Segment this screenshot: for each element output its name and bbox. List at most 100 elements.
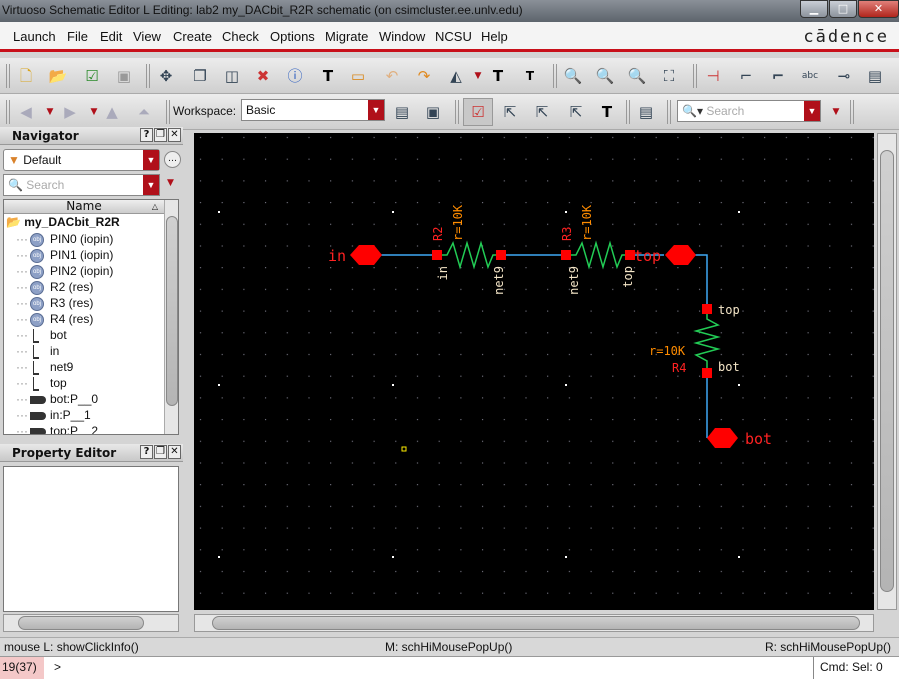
- float-icon[interactable]: ❐: [154, 445, 167, 459]
- search-dropdown-icon[interactable]: ▼: [826, 102, 846, 122]
- zoom-fit-icon[interactable]: 🔍: [627, 66, 647, 86]
- save-icon[interactable]: ▣: [114, 66, 134, 86]
- toolbar-grip[interactable]: [6, 100, 10, 124]
- menu-edit[interactable]: Edit: [100, 29, 122, 44]
- menu-view[interactable]: View: [133, 29, 161, 44]
- zoom-in-icon[interactable]: 🔍: [563, 66, 583, 86]
- tree-item[interactable]: ··· obj R2 (res): [16, 280, 93, 296]
- chevron-down-icon[interactable]: ▼: [143, 150, 159, 170]
- zoom-select-icon[interactable]: ⛶: [659, 66, 679, 86]
- tree-item[interactable]: ··· obj R4 (res): [16, 312, 93, 328]
- undo-icon[interactable]: ↶: [382, 66, 402, 86]
- chevron-down-icon[interactable]: ▼: [143, 175, 159, 195]
- delete-workspace-icon[interactable]: ▣: [423, 102, 443, 122]
- scrollbar-thumb[interactable]: [880, 150, 894, 592]
- search-input[interactable]: 🔍▾ Search ▼: [677, 100, 821, 122]
- forward-dropdown-icon[interactable]: ▼: [84, 102, 104, 122]
- more-button[interactable]: …: [164, 151, 181, 168]
- close-icon[interactable]: ✕: [168, 128, 181, 142]
- wire-name-icon[interactable]: abc: [800, 66, 820, 86]
- tree-item[interactable]: ··· top:P__2: [16, 424, 98, 434]
- wire-icon[interactable]: ⌐: [736, 66, 756, 86]
- forward-icon[interactable]: ▶: [60, 102, 80, 122]
- help-icon[interactable]: ?: [140, 128, 153, 142]
- select-all-icon[interactable]: ▤: [636, 102, 656, 122]
- select-pin-icon[interactable]: ⇱: [566, 102, 586, 122]
- maximize-button[interactable]: □: [829, 0, 857, 18]
- tree-root[interactable]: 📂 my_DACbit_R2R: [6, 215, 120, 231]
- rotate-dropdown-icon[interactable]: ▼: [468, 66, 488, 86]
- canvas-hscrollbar[interactable]: [194, 614, 874, 632]
- tree-item[interactable]: ··· net9: [16, 360, 73, 376]
- menu-migrate[interactable]: Migrate: [325, 29, 368, 44]
- toolbar-grip[interactable]: [6, 64, 10, 88]
- save-workspace-icon[interactable]: ▤: [392, 102, 412, 122]
- tree-item[interactable]: ··· obj PIN1 (iopin): [16, 248, 113, 264]
- sheet-icon[interactable]: ▤: [865, 66, 885, 86]
- menu-options[interactable]: Options: [270, 29, 315, 44]
- text-up-icon[interactable]: T: [488, 66, 508, 86]
- rotate-icon[interactable]: ◭: [446, 66, 466, 86]
- delete-icon[interactable]: ✖: [253, 66, 273, 86]
- tree-item[interactable]: ··· top: [16, 376, 67, 392]
- back-dropdown-icon[interactable]: ▼: [40, 102, 60, 122]
- search-options-icon[interactable]: ▼: [167, 178, 174, 188]
- close-button[interactable]: ✕: [858, 0, 899, 18]
- pin-icon[interactable]: ⊸: [834, 66, 854, 86]
- stretch-icon[interactable]: ◫: [222, 66, 242, 86]
- up-icon[interactable]: ▲: [102, 102, 122, 122]
- tree-item[interactable]: ··· bot: [16, 328, 67, 344]
- label-icon[interactable]: ▭: [348, 66, 368, 86]
- select-filter-icon[interactable]: ☑: [463, 98, 493, 126]
- chevron-down-icon[interactable]: ▼: [368, 100, 384, 120]
- menu-window[interactable]: Window: [379, 29, 425, 44]
- wide-wire-icon[interactable]: ⌐: [768, 66, 788, 86]
- menu-create[interactable]: Create: [173, 29, 212, 44]
- scrollbar-thumb[interactable]: [212, 616, 860, 630]
- tree-item[interactable]: ··· obj PIN0 (iopin): [16, 232, 113, 248]
- scrollbar-thumb[interactable]: [166, 216, 178, 406]
- tree-item[interactable]: ··· in: [16, 344, 59, 360]
- navigator-search-input[interactable]: 🔍 Search ▼: [3, 174, 160, 196]
- workspace-select[interactable]: Basic ▼: [241, 99, 385, 121]
- check-save-icon[interactable]: ☑: [82, 66, 102, 86]
- select-instance-icon[interactable]: ⇱: [500, 102, 520, 122]
- text-down-icon[interactable]: T: [520, 66, 540, 86]
- scrollbar-thumb[interactable]: [18, 616, 144, 630]
- top-icon[interactable]: ⏶: [134, 102, 154, 122]
- properties-icon[interactable]: ⓘ: [285, 66, 305, 86]
- text-icon[interactable]: T: [318, 66, 338, 86]
- float-icon[interactable]: ❐: [154, 128, 167, 142]
- tree-item[interactable]: ··· obj PIN2 (iopin): [16, 264, 113, 280]
- schematic-canvas[interactable]: in top bot R2 r=10K R3 r=10K r=10K R4 in…: [194, 133, 874, 610]
- menu-ncsu[interactable]: NCSU: [435, 29, 472, 44]
- redo-icon[interactable]: ↷: [414, 66, 434, 86]
- close-icon[interactable]: ✕: [168, 445, 181, 459]
- zoom-out-icon[interactable]: 🔍: [595, 66, 615, 86]
- navigator-filter-select[interactable]: ▼ Default ▼: [3, 149, 160, 171]
- move-icon[interactable]: ✥: [156, 66, 176, 86]
- back-icon[interactable]: ◀: [16, 102, 36, 122]
- chevron-down-icon[interactable]: ▼: [804, 101, 820, 121]
- navigator-scrollbar[interactable]: [164, 200, 178, 434]
- property-editor-hscrollbar[interactable]: [3, 614, 179, 632]
- tree-item[interactable]: ··· bot:P__0: [16, 392, 98, 408]
- open-icon[interactable]: 📂: [48, 66, 68, 86]
- menu-help[interactable]: Help: [481, 29, 508, 44]
- copy-icon[interactable]: ❐: [190, 66, 210, 86]
- column-header-name[interactable]: Name △: [4, 200, 164, 214]
- instance-icon[interactable]: ⊣: [703, 66, 723, 86]
- menu-file[interactable]: File: [67, 29, 88, 44]
- canvas-vscrollbar[interactable]: [877, 133, 897, 610]
- menu-launch[interactable]: Launch: [13, 29, 56, 44]
- tree-item[interactable]: ··· in:P__1: [16, 408, 91, 424]
- tree-item-label: bot:P__0: [50, 392, 99, 406]
- select-text-icon[interactable]: T: [597, 102, 617, 122]
- new-icon[interactable]: 🗋: [16, 66, 36, 86]
- menu-check[interactable]: Check: [222, 29, 259, 44]
- help-icon[interactable]: ?: [140, 445, 153, 459]
- minimize-button[interactable]: ▁: [800, 0, 828, 18]
- tree-item[interactable]: ··· obj R3 (res): [16, 296, 93, 312]
- select-wire-icon[interactable]: ⇱: [532, 102, 552, 122]
- command-prompt[interactable]: >: [54, 660, 61, 674]
